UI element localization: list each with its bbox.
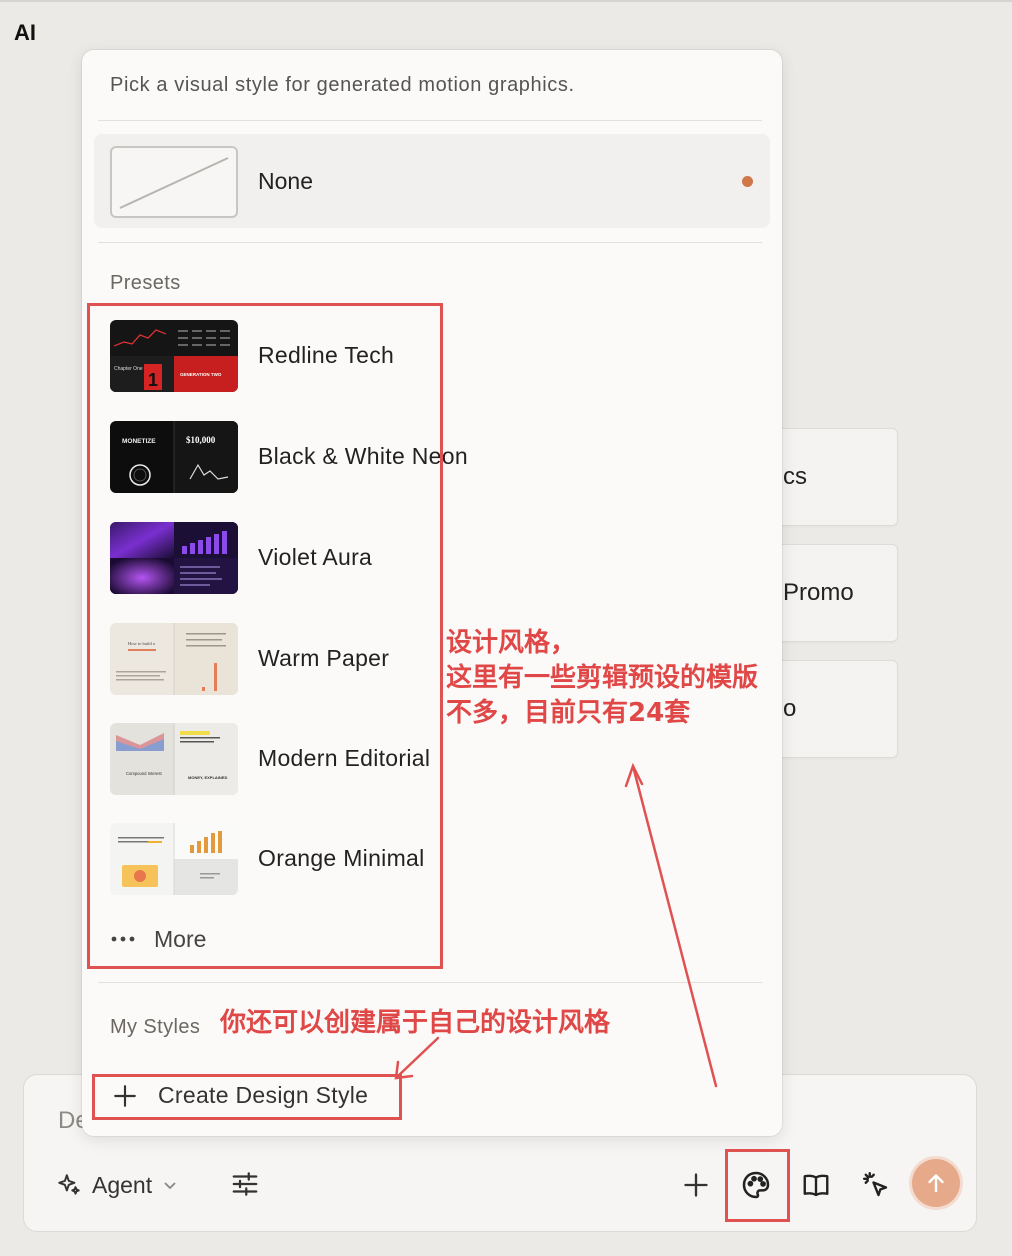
preset-black-white-neon[interactable]: MONETIZE $10,000 Black & White Neon [110, 421, 530, 493]
presets-annotation: 设计风格， 这里有一些剪辑预设的模版 不多，目前只有24套 [446, 626, 758, 731]
annotation-line: 设计风格， [446, 628, 577, 658]
app-title: AI [14, 20, 36, 45]
preset-label: Black & White Neon [258, 443, 468, 469]
preset-thumbnail: Chapter One 1 GENERATION TWO [110, 320, 238, 392]
thumb-text: 1 [148, 370, 158, 390]
thumb-text: MONETIZE [122, 438, 156, 445]
background-card-label: cs [783, 463, 807, 490]
style-option-label: None [258, 168, 313, 194]
preset-thumbnail: Compound Interest MONEY, EXPLAINED [110, 723, 238, 795]
selected-indicator [742, 176, 753, 187]
thumb-text: GENERATION TWO [180, 372, 222, 377]
preset-thumbnail [110, 823, 238, 895]
divider [98, 120, 762, 121]
thumb-text: Chapter One [114, 366, 143, 372]
agent-mode-label: Agent [92, 1171, 153, 1198]
divider [98, 982, 762, 983]
agent-mode-button[interactable]: Agent [56, 1167, 178, 1203]
my-styles-annotation: 你还可以创建属于自己的设计风格 [220, 1008, 611, 1038]
more-presets-button[interactable]: More [110, 924, 206, 954]
cursor-click-icon [862, 1171, 888, 1197]
preset-thumbnail: MONETIZE $10,000 [110, 421, 238, 493]
annotation-line: 不多，目前只有24套 [446, 698, 691, 728]
sparkles-icon [58, 1174, 80, 1195]
create-design-style-label: Create Design Style [158, 1082, 369, 1108]
preset-label: Modern Editorial [258, 745, 431, 771]
create-design-style-button[interactable]: Create Design Style [112, 1082, 368, 1109]
select-element-button[interactable] [858, 1167, 894, 1203]
annotation-line: 这里有一些剪辑预设的模版 [446, 663, 759, 693]
arrow-up-icon [928, 1174, 944, 1193]
preset-orange-minimal[interactable]: Orange Minimal [110, 823, 530, 895]
preset-label: Warm Paper [258, 645, 390, 671]
book-icon [803, 1174, 829, 1197]
more-dots-icon [111, 936, 135, 942]
none-thumbnail [110, 146, 238, 218]
preset-violet-aura[interactable]: Violet Aura [110, 522, 530, 594]
preset-label: Orange Minimal [258, 845, 425, 871]
preset-redline-tech[interactable]: Chapter One 1 GENERATION TWO Redline Tec… [110, 320, 530, 392]
preset-modern-editorial[interactable]: Compound Interest MONEY, EXPLAINED Moder… [110, 723, 530, 795]
thumb-text: How to build a [128, 641, 155, 646]
send-button[interactable] [912, 1159, 960, 1207]
presets-heading: Presets [110, 272, 181, 294]
preset-thumbnail: How to build a [110, 623, 238, 695]
sliders-icon[interactable] [230, 1169, 260, 1199]
preset-label: Redline Tech [258, 342, 395, 368]
plus-icon [684, 1173, 708, 1197]
add-button[interactable] [678, 1167, 714, 1203]
chevron-down-icon [164, 1182, 176, 1190]
background-card-label: Promo [783, 579, 854, 606]
background-card-label: o [783, 695, 797, 722]
preset-label: Violet Aura [258, 544, 373, 570]
palette-icon [742, 1171, 770, 1199]
divider [98, 242, 762, 243]
style-picker-popover: Pick a visual style for generated motion… [82, 50, 782, 1136]
my-styles-heading: My Styles [110, 1016, 201, 1038]
more-label: More [154, 925, 207, 952]
style-option-none[interactable]: None [94, 134, 770, 228]
preset-thumbnail [110, 522, 238, 594]
thumb-text: Compound Interest [126, 771, 162, 776]
plus-icon [114, 1084, 136, 1107]
thumb-text: MONEY, EXPLAINED [188, 775, 227, 780]
thumb-text: $10,000 [186, 435, 216, 445]
style-picker-description: Pick a visual style for generated motion… [110, 74, 575, 96]
app-window: AI cs Promo o De Agent Pick a visual sty… [0, 0, 1012, 1256]
library-button[interactable] [798, 1167, 834, 1203]
design-style-button[interactable] [738, 1167, 774, 1203]
